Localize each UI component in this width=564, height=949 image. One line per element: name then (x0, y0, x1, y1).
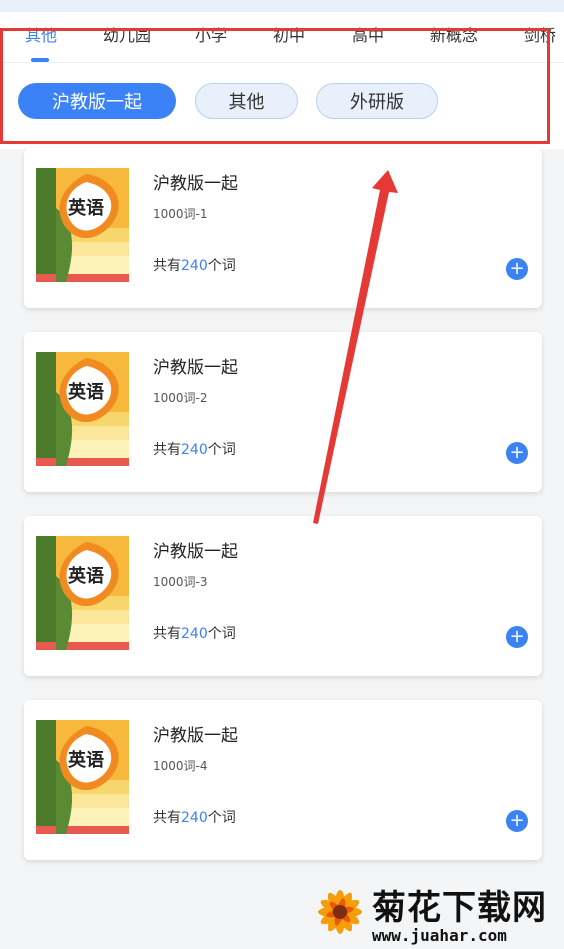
book-card[interactable]: 英语 沪教版一起 1000词-3 共有240个词 + (24, 516, 542, 676)
word-count: 共有240个词 (153, 442, 236, 458)
plus-icon[interactable]: + (506, 258, 528, 280)
watermark-text: 菊花下载网 (372, 888, 547, 928)
book-subtitle: 1000词-3 (153, 575, 208, 589)
english-book-cover-icon: 英语 (36, 536, 129, 650)
plus-icon[interactable]: + (506, 442, 528, 464)
english-book-cover-icon: 英语 (36, 168, 129, 282)
book-subtitle: 1000词-2 (153, 391, 208, 405)
svg-text:英语: 英语 (67, 565, 104, 587)
book-title: 沪教版一起 (153, 726, 238, 746)
flower-logo-icon (318, 890, 362, 934)
watermark-url: www.juahar.com (372, 926, 507, 945)
top-strip (0, 0, 564, 12)
filter-chip-other[interactable]: 其他 (195, 83, 298, 119)
tab-new-concept[interactable]: 新概念 (430, 22, 478, 46)
plus-icon[interactable]: + (506, 626, 528, 648)
tab-junior-high[interactable]: 初中 (273, 22, 305, 46)
word-count: 共有240个词 (153, 258, 236, 274)
svg-text:英语: 英语 (67, 197, 104, 219)
filter-chip-waiyan[interactable]: 外研版 (316, 83, 438, 119)
category-tab-bar: 其他 幼儿园 小学 初中 高中 新概念 剑桥 (0, 12, 564, 63)
filter-chip-hujiao[interactable]: 沪教版一起 (18, 83, 176, 119)
plus-icon[interactable]: + (506, 810, 528, 832)
book-subtitle: 1000词-1 (153, 207, 208, 221)
active-tab-indicator (31, 58, 49, 62)
svg-text:英语: 英语 (67, 749, 104, 771)
word-count: 共有240个词 (153, 626, 236, 642)
english-book-cover-icon: 英语 (36, 352, 129, 466)
tab-primary[interactable]: 小学 (195, 22, 227, 46)
book-title: 沪教版一起 (153, 358, 238, 378)
book-subtitle: 1000词-4 (153, 759, 208, 773)
tab-senior-high[interactable]: 高中 (352, 22, 384, 46)
book-card[interactable]: 英语 沪教版一起 1000词-2 共有240个词 + (24, 332, 542, 492)
book-card[interactable]: 英语 沪教版一起 1000词-1 共有240个词 + (24, 148, 542, 308)
english-book-cover-icon: 英语 (36, 720, 129, 834)
book-title: 沪教版一起 (153, 174, 238, 194)
book-title: 沪教版一起 (153, 542, 238, 562)
filter-chip-area: 沪教版一起 其他 外研版 (0, 63, 564, 149)
book-card[interactable]: 英语 沪教版一起 1000词-4 共有240个词 + (24, 700, 542, 860)
tab-kindergarten[interactable]: 幼儿园 (103, 22, 151, 46)
watermark: 菊花下载网 www.juahar.com (310, 878, 564, 949)
tab-cambridge[interactable]: 剑桥 (524, 22, 556, 46)
tab-other[interactable]: 其他 (25, 22, 57, 46)
svg-text:英语: 英语 (67, 381, 104, 403)
word-count: 共有240个词 (153, 810, 236, 826)
